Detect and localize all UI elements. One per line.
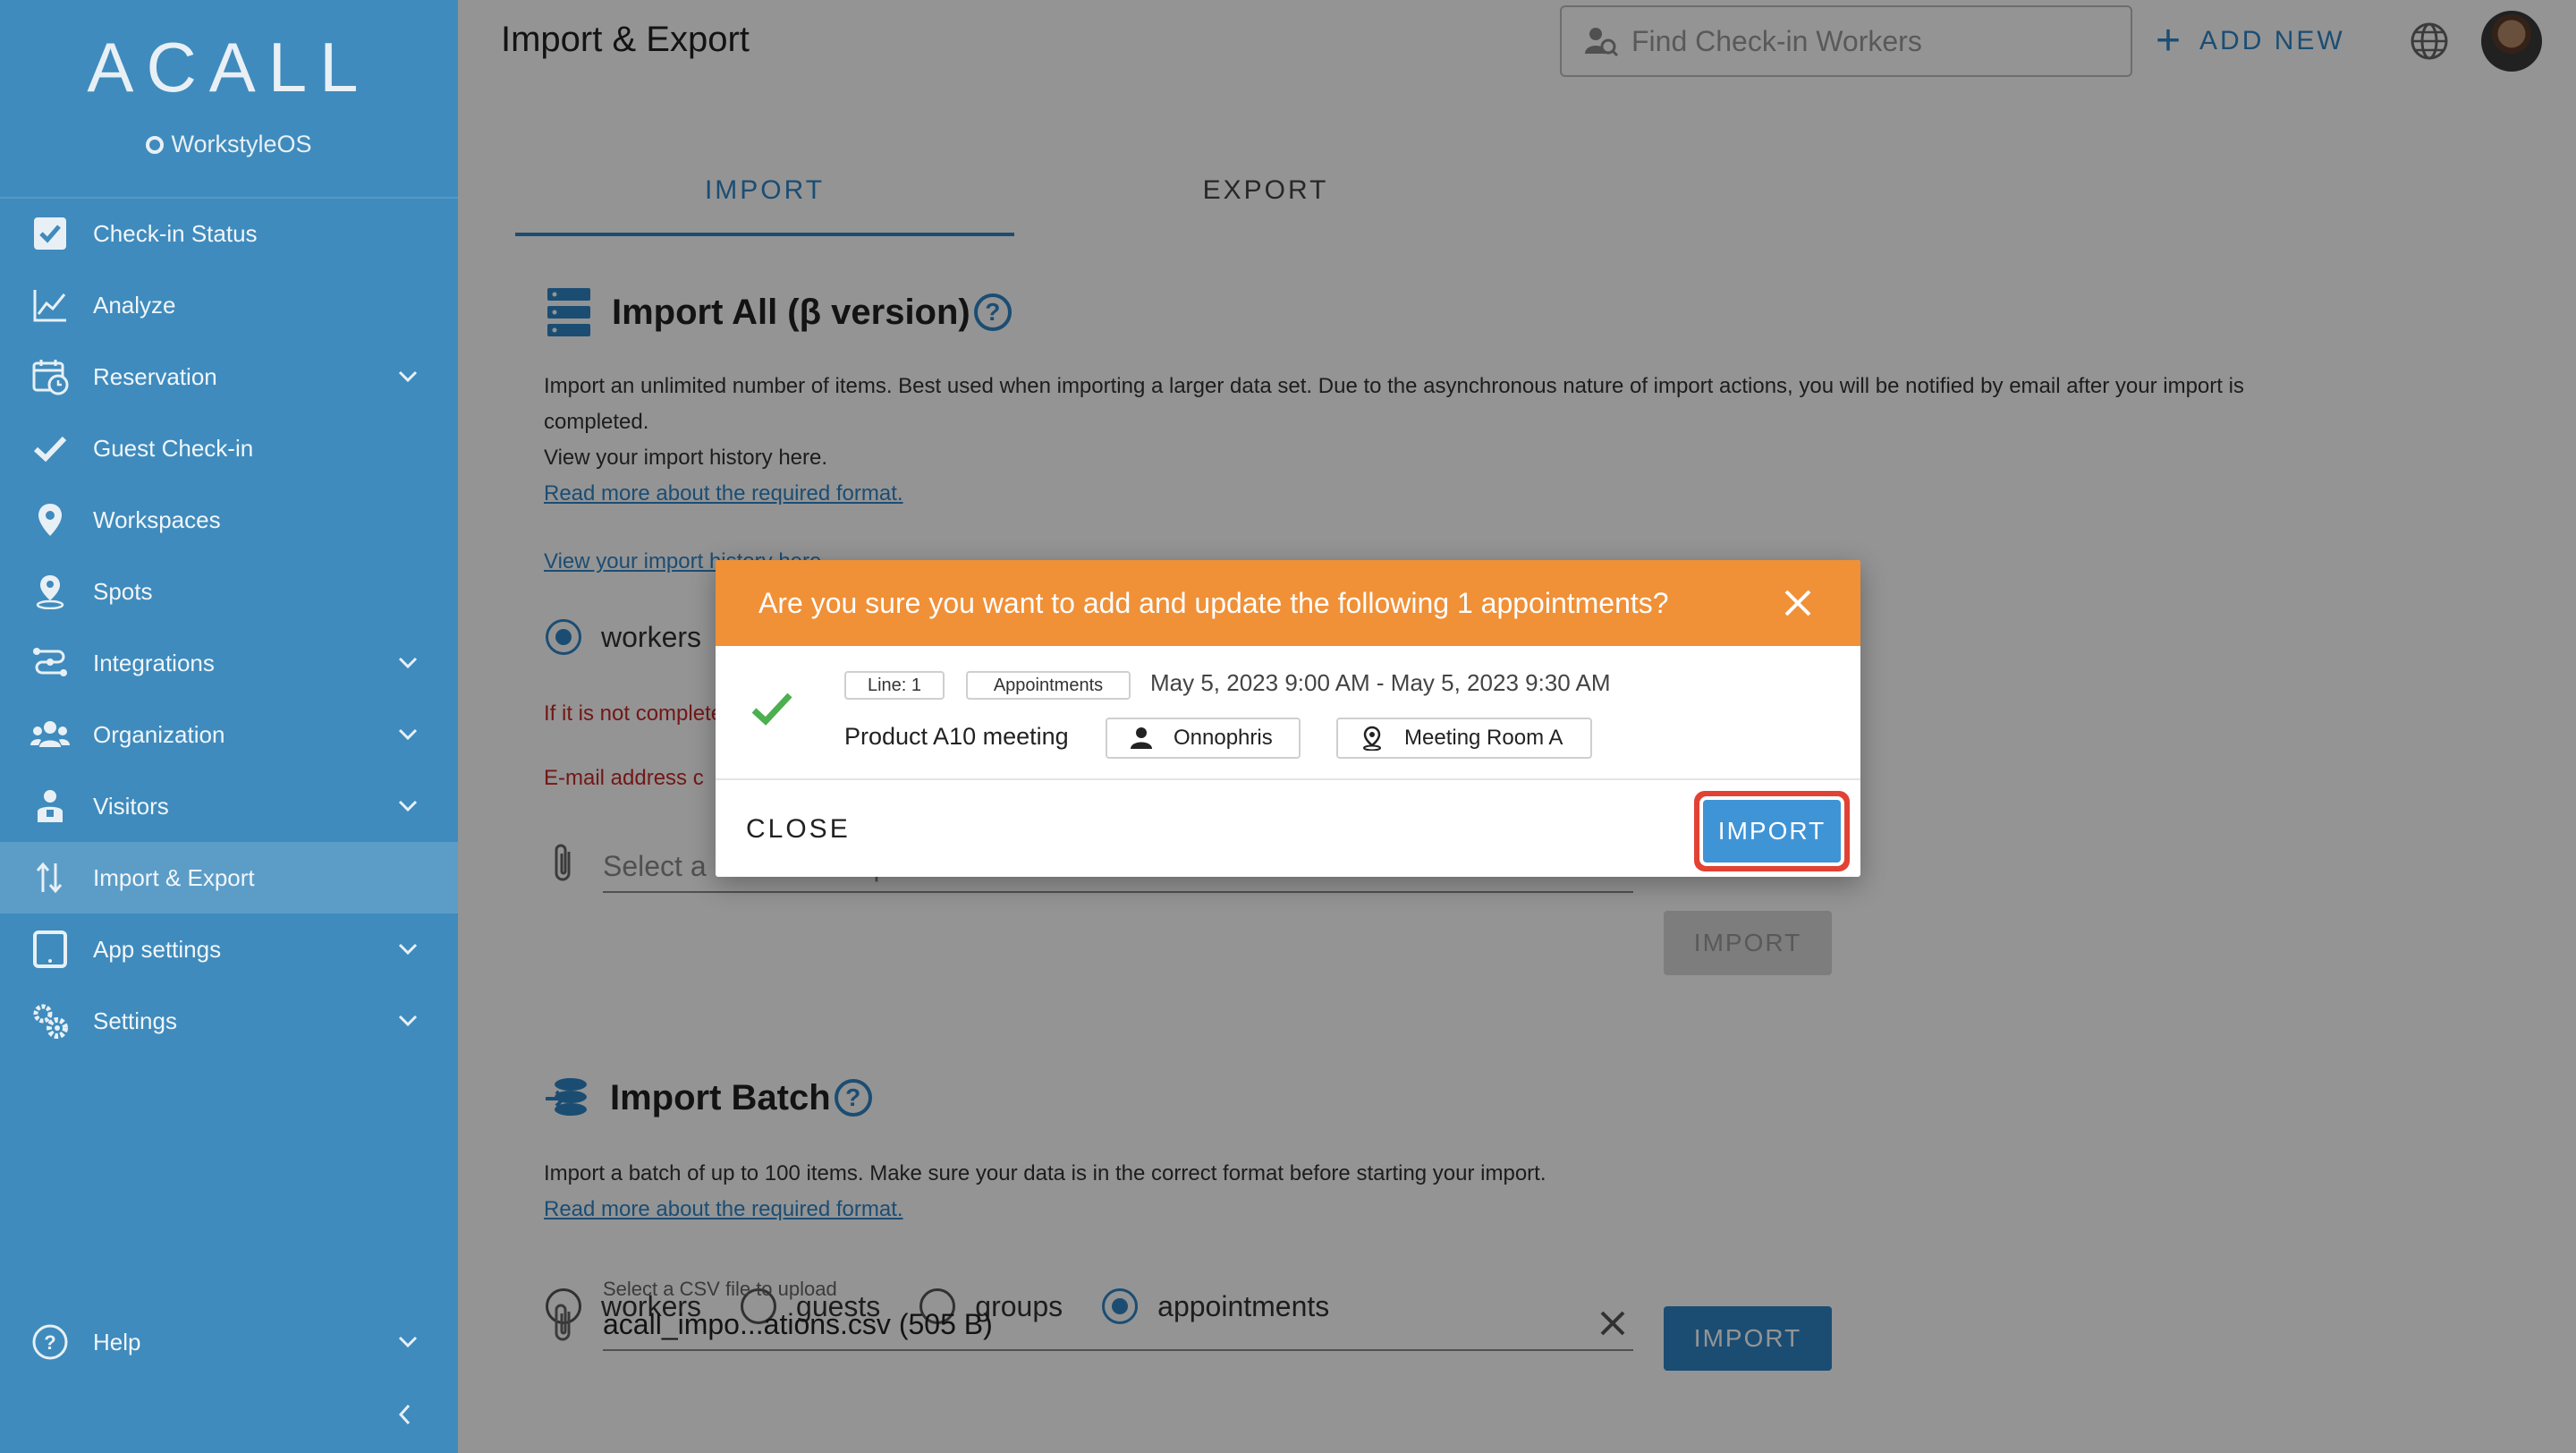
host-tag: Onnophris	[1106, 718, 1301, 759]
chevron-down-icon[interactable]	[395, 937, 420, 962]
sidebar-item-import-export[interactable]: Import & Export	[0, 842, 458, 913]
sidebar-item-label: Workspaces	[93, 506, 221, 533]
host-name: Onnophris	[1174, 726, 1273, 750]
sidebar-item-workspaces[interactable]: Workspaces	[0, 484, 458, 556]
room-tag: Meeting Room A	[1336, 718, 1592, 759]
chevron-down-icon[interactable]	[395, 650, 420, 676]
location-person-icon	[30, 572, 70, 611]
visitor-icon	[30, 786, 70, 826]
confirm-import-button[interactable]: IMPORT	[1703, 800, 1841, 862]
dialog-title: Are you sure you want to add and update …	[758, 586, 1669, 619]
sidebar-item-app-settings[interactable]: App settings	[0, 913, 458, 985]
chevron-down-icon[interactable]	[395, 722, 420, 747]
type-chip: Appointments	[966, 671, 1131, 700]
help-circle-icon: ?	[30, 1322, 70, 1362]
dialog-footer: CLOSE IMPORT	[716, 782, 1860, 877]
sidebar-item-label: Check-in Status	[93, 219, 258, 247]
sidebar-item-settings[interactable]: Settings	[0, 985, 458, 1057]
map-pin-icon	[30, 500, 70, 540]
dialog-header: Are you sure you want to add and update …	[716, 560, 1860, 646]
sidebar-item-label: Settings	[93, 1007, 177, 1034]
location-pin-icon	[1363, 726, 1381, 751]
checkmark-icon	[30, 429, 70, 468]
ring-icon	[146, 136, 165, 154]
sidebar-nav: Check-in Status Analyze Reservation Gues…	[0, 198, 458, 1057]
line-chart-icon	[30, 285, 70, 325]
close-icon[interactable]	[1782, 587, 1814, 619]
sidebar-item-guest-check-in[interactable]: Guest Check-in	[0, 412, 458, 484]
sidebar-item-visitors[interactable]: Visitors	[0, 770, 458, 842]
person-icon	[1131, 727, 1152, 749]
sidebar-item-label: Spots	[93, 577, 153, 605]
sidebar-item-reservation[interactable]: Reservation	[0, 341, 458, 412]
import-export-arrows-icon	[30, 858, 70, 897]
line-chip: Line: 1	[844, 671, 945, 700]
sidebar-item-label: Help	[93, 1328, 141, 1355]
success-check-icon	[751, 693, 792, 726]
sidebar: ACALL WorkstyleOS Check-in Status Analyz…	[0, 0, 458, 1453]
room-name: Meeting Room A	[1404, 726, 1563, 750]
sidebar-item-label: Reservation	[93, 362, 217, 390]
appointment-time-range: May 5, 2023 9:00 AM - May 5, 2023 9:30 A…	[1150, 669, 1611, 696]
sidebar-item-spots[interactable]: Spots	[0, 556, 458, 627]
integrations-icon	[30, 643, 70, 683]
chevron-down-icon[interactable]	[395, 794, 420, 819]
collapse-sidebar-icon[interactable]	[392, 1401, 419, 1428]
sidebar-item-analyze[interactable]: Analyze	[0, 269, 458, 341]
chevron-down-icon[interactable]	[395, 364, 420, 389]
confirm-import-dialog: Are you sure you want to add and update …	[716, 560, 1860, 877]
workstyleos-brand: WorkstyleOS	[0, 131, 458, 158]
chevron-down-icon[interactable]	[395, 1008, 420, 1033]
sidebar-item-label: Visitors	[93, 792, 169, 820]
svg-text:?: ?	[44, 1331, 55, 1354]
chevron-down-icon[interactable]	[395, 1330, 420, 1355]
sidebar-item-check-in-status[interactable]: Check-in Status	[0, 198, 458, 269]
dialog-body: Line: 1 Appointments May 5, 2023 9:00 AM…	[716, 646, 1860, 780]
sidebar-item-label: App settings	[93, 935, 222, 963]
checkbox-icon	[30, 214, 70, 253]
gears-icon	[30, 1001, 70, 1041]
sidebar-item-organization[interactable]: Organization	[0, 699, 458, 770]
acall-logo: ACALL	[87, 28, 371, 106]
sidebar-help: ? Help	[0, 1306, 458, 1378]
appointment-title: Product A10 meeting	[844, 723, 1069, 750]
calendar-clock-icon	[30, 357, 70, 396]
sidebar-item-label: Integrations	[93, 649, 215, 676]
tablet-icon	[30, 930, 70, 969]
sidebar-item-help[interactable]: ? Help	[0, 1306, 458, 1378]
sidebar-item-label: Guest Check-in	[93, 434, 254, 462]
close-button[interactable]: CLOSE	[746, 803, 851, 855]
people-group-icon	[30, 715, 70, 754]
sidebar-item-label: Analyze	[93, 291, 176, 319]
subbrand-label: WorkstyleOS	[171, 131, 312, 157]
sidebar-item-label: Import & Export	[93, 863, 255, 891]
sidebar-item-label: Organization	[93, 720, 225, 748]
sidebar-item-integrations[interactable]: Integrations	[0, 627, 458, 699]
